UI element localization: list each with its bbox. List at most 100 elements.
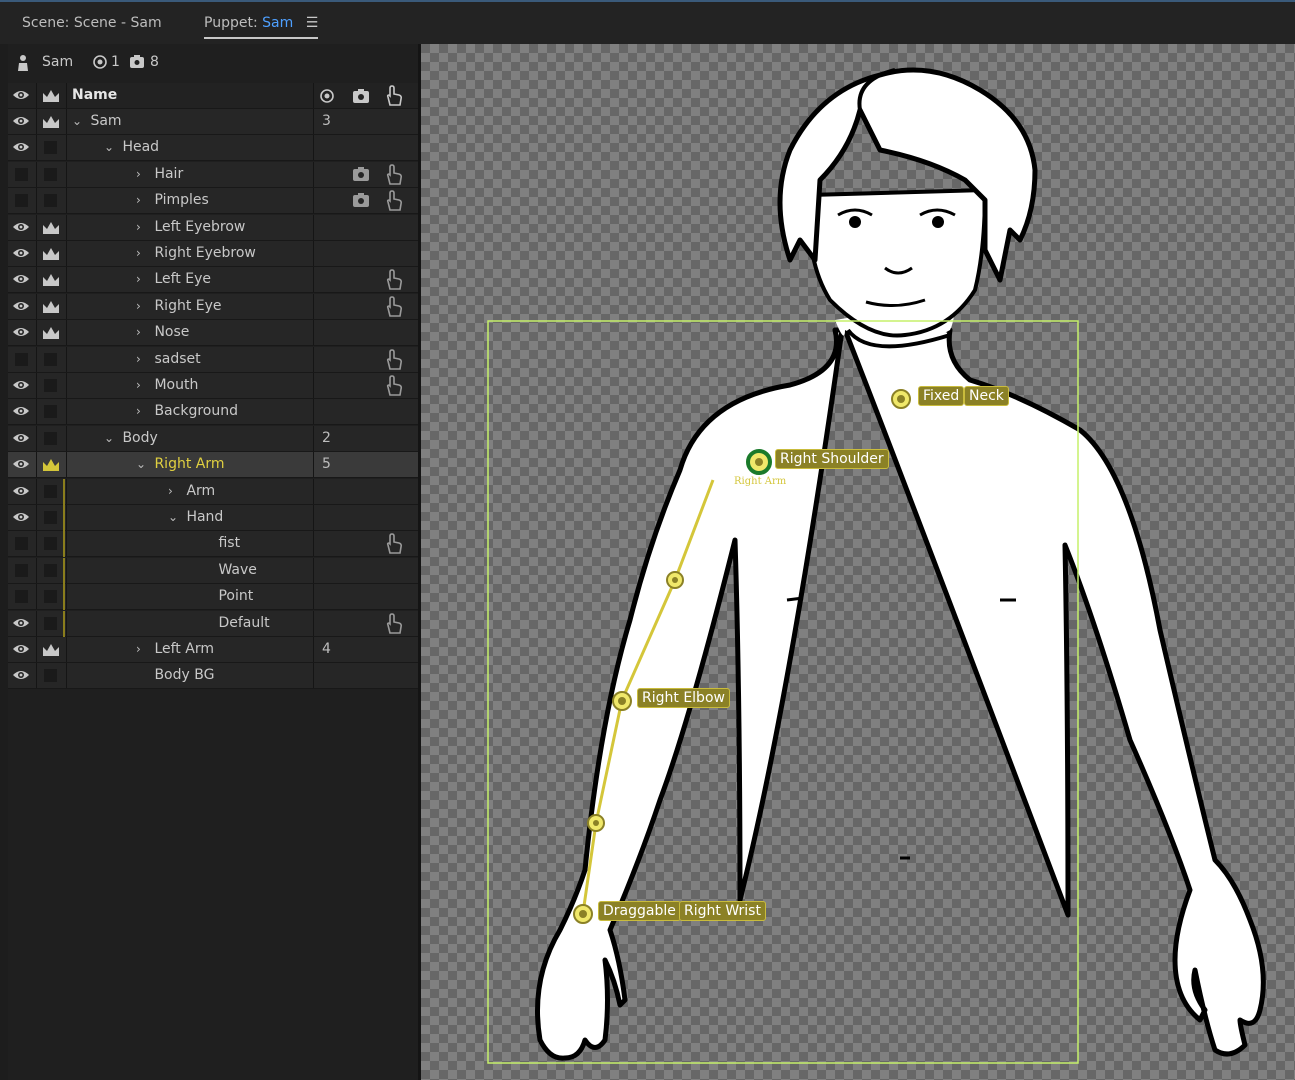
trigger-icon[interactable]: [352, 166, 370, 191]
layer-name[interactable]: Body BG: [136, 663, 214, 688]
layer-name[interactable]: › Arm: [168, 479, 215, 504]
layer-name[interactable]: › Left Arm: [136, 637, 214, 662]
layer-name[interactable]: › Nose: [136, 320, 189, 345]
crown-toggle-empty[interactable]: [37, 531, 65, 556]
crown-icon[interactable]: [37, 215, 65, 240]
chevron-down-icon[interactable]: ⌄: [72, 109, 86, 134]
crown-icon[interactable]: [37, 267, 65, 292]
right-elbow-handle[interactable]: [610, 689, 634, 713]
crown-toggle-empty[interactable]: [37, 663, 65, 688]
layer-row[interactable]: Default: [8, 610, 418, 637]
layer-name[interactable]: Default: [200, 611, 269, 636]
chevron-down-icon[interactable]: ⌄: [104, 426, 118, 451]
crown-toggle-empty[interactable]: [37, 558, 65, 583]
layer-row[interactable]: ⌄ Right Arm 5: [8, 452, 418, 479]
crown-icon[interactable]: [37, 109, 65, 134]
layer-name[interactable]: › Hair: [136, 162, 183, 187]
layer-row[interactable]: Body BG: [8, 663, 418, 690]
chevron-right-icon[interactable]: ›: [136, 267, 150, 292]
chevron-right-icon[interactable]: ›: [136, 320, 150, 345]
crown-toggle-empty[interactable]: [37, 479, 65, 504]
layer-name[interactable]: ⌄ Sam: [72, 109, 122, 134]
hamburger-icon[interactable]: ☰: [306, 15, 319, 31]
layer-row[interactable]: › Arm: [8, 478, 418, 505]
eye-icon[interactable]: [8, 320, 34, 345]
crown-toggle-empty[interactable]: [37, 373, 65, 398]
layer-name[interactable]: › Pimples: [136, 188, 209, 213]
layer-row[interactable]: › Left Arm 4: [8, 637, 418, 663]
crown-toggle-empty[interactable]: [37, 399, 65, 424]
crown-icon[interactable]: [37, 241, 65, 266]
layer-name[interactable]: ⌄ Hand: [168, 505, 223, 530]
layer-row[interactable]: › Background: [8, 399, 418, 426]
eye-icon[interactable]: [8, 109, 34, 134]
eye-icon[interactable]: [8, 215, 34, 240]
layer-name[interactable]: › Left Eye: [136, 267, 211, 292]
eye-icon[interactable]: [8, 135, 34, 160]
layer-row[interactable]: fist: [8, 531, 418, 558]
layer-row[interactable]: › Right Eyebrow: [8, 241, 418, 267]
crown-icon[interactable]: [37, 83, 65, 108]
layer-row[interactable]: ⌄ Head: [8, 135, 418, 162]
layer-name[interactable]: ⌄ Body: [104, 426, 158, 451]
eye-toggle-empty[interactable]: [8, 162, 34, 187]
right-wrist-handle[interactable]: [571, 902, 595, 926]
handle-label-right-elbow[interactable]: Right Elbow: [637, 688, 730, 708]
eye-icon[interactable]: [8, 267, 34, 292]
chevron-right-icon[interactable]: ›: [136, 241, 150, 266]
layer-name[interactable]: Wave: [200, 558, 256, 583]
crown-icon[interactable]: [37, 452, 65, 477]
fixed-neck-handle[interactable]: [889, 388, 913, 412]
crown-icon[interactable]: [37, 320, 65, 345]
crown-toggle-empty[interactable]: [37, 426, 65, 451]
layer-name[interactable]: ⌄ Head: [104, 135, 159, 160]
eye-icon[interactable]: [8, 611, 34, 636]
layer-name[interactable]: Point: [200, 584, 253, 609]
eye-icon[interactable]: [8, 505, 34, 530]
layer-row[interactable]: ⌄ Hand: [8, 505, 418, 531]
layer-row[interactable]: › sadset: [8, 346, 418, 373]
eye-icon[interactable]: [8, 83, 34, 108]
layer-row[interactable]: ⌄ Body 2: [8, 425, 418, 452]
handle-tag-fixed[interactable]: Fixed: [918, 386, 965, 406]
chevron-right-icon[interactable]: ›: [136, 347, 150, 372]
eye-icon[interactable]: [8, 294, 34, 319]
chevron-right-icon[interactable]: ›: [136, 399, 150, 424]
tab-scene[interactable]: Scene: Scene - Sam: [22, 15, 162, 31]
eye-icon[interactable]: [8, 241, 34, 266]
layer-name[interactable]: › Mouth: [136, 373, 198, 398]
chevron-right-icon[interactable]: ›: [136, 294, 150, 319]
crown-toggle-empty[interactable]: [37, 188, 65, 213]
crown-toggle-empty[interactable]: [37, 162, 65, 187]
crown-icon[interactable]: [37, 294, 65, 319]
eye-icon[interactable]: [8, 663, 34, 688]
chevron-down-icon[interactable]: ⌄: [136, 452, 150, 477]
chevron-right-icon[interactable]: ›: [136, 215, 150, 240]
crown-toggle-empty[interactable]: [37, 584, 65, 609]
layer-name[interactable]: ⌄ Right Arm: [136, 452, 225, 477]
layer-row[interactable]: Wave: [8, 557, 418, 584]
handle-label-right-shoulder[interactable]: Right Shoulder: [775, 449, 889, 469]
layer-row[interactable]: › Mouth: [8, 373, 418, 399]
eye-icon[interactable]: [8, 479, 34, 504]
handle-tag-draggable[interactable]: Draggable: [598, 901, 681, 921]
crown-toggle-empty[interactable]: [37, 135, 65, 160]
layer-row[interactable]: ⌄ Sam 3: [8, 109, 418, 135]
layer-name[interactable]: › sadset: [136, 347, 201, 372]
layer-name[interactable]: › Left Eyebrow: [136, 215, 245, 240]
eye-icon[interactable]: [8, 373, 34, 398]
layer-name[interactable]: fist: [200, 531, 240, 556]
eye-toggle-empty[interactable]: [8, 531, 34, 556]
layer-row[interactable]: › Left Eyebrow: [8, 214, 418, 241]
eye-toggle-empty[interactable]: [8, 188, 34, 213]
layer-row[interactable]: › Hair: [8, 161, 418, 191]
layer-name[interactable]: › Right Eyebrow: [136, 241, 256, 266]
chevron-right-icon[interactable]: ›: [136, 188, 150, 213]
layer-name[interactable]: › Right Eye: [136, 294, 222, 319]
eye-toggle-empty[interactable]: [8, 558, 34, 583]
chevron-right-icon[interactable]: ›: [136, 162, 150, 187]
chevron-down-icon[interactable]: ⌄: [104, 135, 118, 160]
crown-toggle-empty[interactable]: [37, 611, 65, 636]
eye-toggle-empty[interactable]: [8, 347, 34, 372]
chevron-down-icon[interactable]: ⌄: [168, 505, 182, 530]
